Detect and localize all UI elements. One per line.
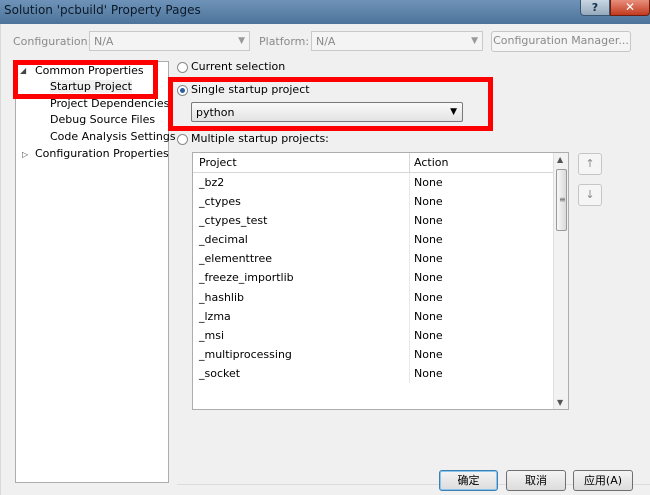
table-row[interactable]: _lzma None xyxy=(193,306,553,326)
startup-project-select[interactable]: python ▼ xyxy=(191,102,463,122)
tree-item-startup-project[interactable]: Startup Project xyxy=(50,80,132,93)
action-cell[interactable]: None xyxy=(414,329,443,342)
move-up-button[interactable]: ↑ xyxy=(578,153,602,175)
multiple-startup-radio[interactable] xyxy=(177,134,188,145)
cell-divider xyxy=(409,249,410,269)
cell-divider xyxy=(409,344,410,364)
window-title: Solution 'pcbuild' Property Pages xyxy=(4,3,201,17)
close-button[interactable]: ✕ xyxy=(610,0,650,16)
table-row[interactable]: _decimal None xyxy=(193,230,553,250)
project-cell: _bz2 xyxy=(199,176,225,189)
cell-divider xyxy=(409,268,410,288)
tree-item-project-dependencies[interactable]: Project Dependencies xyxy=(50,97,169,110)
action-cell[interactable]: None xyxy=(414,271,443,284)
platform-select[interactable]: N/A ▼ xyxy=(311,31,483,51)
chevron-down-icon: ▼ xyxy=(471,36,478,46)
project-cell: _lzma xyxy=(199,309,231,323)
table-row[interactable]: _elementtree None xyxy=(193,249,553,269)
ok-button[interactable]: 确定 xyxy=(439,470,498,491)
cancel-button[interactable]: 取消 xyxy=(506,470,566,491)
grip-icon: ≡ xyxy=(559,195,566,204)
help-icon: ? xyxy=(591,1,599,14)
help-button[interactable]: ? xyxy=(580,0,610,16)
arrow-up-icon: ↑ xyxy=(585,157,595,170)
arrow-down-icon: ↓ xyxy=(585,188,595,201)
cell-divider xyxy=(409,173,410,193)
scroll-down-icon[interactable]: ▼ xyxy=(557,398,563,407)
tree-item-configuration-properties[interactable]: Configuration Properties xyxy=(35,147,169,160)
property-tree: ◢ Common Properties Startup Project Proj… xyxy=(15,61,176,483)
current-selection-radio[interactable] xyxy=(177,62,188,73)
column-header-project[interactable]: Project xyxy=(199,156,237,169)
configuration-label: Configuration: xyxy=(13,35,92,48)
configuration-manager-button[interactable]: Configuration Manager... xyxy=(491,31,631,52)
cell-divider xyxy=(409,306,410,326)
scroll-up-icon[interactable]: ▲ xyxy=(557,155,563,164)
project-cell: _freeze_importlib xyxy=(199,271,294,285)
action-cell[interactable]: None xyxy=(414,233,443,246)
action-cell[interactable]: None xyxy=(414,348,443,361)
configuration-value: N/A xyxy=(94,35,114,48)
action-cell[interactable]: None xyxy=(414,214,443,227)
chevron-down-icon: ▼ xyxy=(238,36,245,46)
configuration-select[interactable]: N/A ▼ xyxy=(89,31,250,51)
project-cell: _decimal xyxy=(199,233,248,247)
table-row[interactable]: _bz2 None xyxy=(193,173,553,193)
table-row[interactable]: _ctypes_test None xyxy=(193,211,553,231)
tree-item-common-properties[interactable]: Common Properties xyxy=(35,64,144,77)
apply-button[interactable]: 应用(A) xyxy=(573,470,633,491)
grid-scrollbar[interactable]: ▲ ≡ ▼ xyxy=(553,153,568,409)
move-down-button[interactable]: ↓ xyxy=(578,184,602,206)
table-row[interactable]: _freeze_importlib None xyxy=(193,268,553,288)
single-startup-radio[interactable] xyxy=(177,85,188,96)
multiple-startup-label: Multiple startup projects: xyxy=(191,132,329,145)
current-selection-label: Current selection xyxy=(191,60,286,73)
dialog-body: Configuration: N/A ▼ Platform: N/A ▼ Con… xyxy=(0,24,650,495)
project-cell: _socket xyxy=(199,366,241,380)
project-cell: _hashlib xyxy=(199,290,245,304)
collapsed-arrow-icon[interactable]: ▷ xyxy=(22,150,28,159)
table-row[interactable]: _socket None xyxy=(193,363,553,384)
chevron-down-icon: ▼ xyxy=(450,107,457,117)
single-startup-label: Single startup project xyxy=(191,83,310,96)
scroll-thumb[interactable]: ≡ xyxy=(556,169,567,231)
action-cell[interactable]: None xyxy=(414,367,443,380)
cell-divider xyxy=(409,287,410,307)
cell-divider xyxy=(409,325,410,345)
cell-divider xyxy=(409,230,410,250)
project-cell: _elementtree xyxy=(199,252,272,266)
tree-item-debug-source-files[interactable]: Debug Source Files xyxy=(50,113,155,126)
action-cell[interactable]: None xyxy=(414,252,443,265)
table-row[interactable]: _msi None xyxy=(193,325,553,345)
table-row[interactable]: _hashlib None xyxy=(193,287,553,307)
project-cell: _multiprocessing xyxy=(199,347,292,361)
column-divider[interactable] xyxy=(409,153,410,173)
expanded-arrow-icon[interactable]: ◢ xyxy=(20,66,26,75)
project-cell: _ctypes xyxy=(199,195,241,209)
action-cell[interactable]: None xyxy=(414,291,443,304)
platform-label: Platform: xyxy=(259,35,310,48)
title-bar: Solution 'pcbuild' Property Pages ? ✕ xyxy=(0,0,650,24)
grid-rows: _bz2 None _ctypes None _ctypes_test None _deci… xyxy=(193,173,553,384)
project-cell: _msi xyxy=(199,328,225,342)
startup-project-value: python xyxy=(196,106,235,119)
grid-header: Project Action xyxy=(193,153,553,173)
close-icon: ✕ xyxy=(624,0,636,14)
cell-divider xyxy=(409,211,410,231)
project-cell: _ctypes_test xyxy=(199,214,268,228)
table-row[interactable]: _ctypes None xyxy=(193,192,553,212)
table-row[interactable]: _multiprocessing None xyxy=(193,344,553,364)
action-cell[interactable]: None xyxy=(414,176,443,189)
action-cell[interactable]: None xyxy=(414,310,443,323)
startup-projects-grid[interactable]: Project Action _bz2 None _ctypes None _ctype… xyxy=(192,152,569,410)
action-cell[interactable]: None xyxy=(414,195,443,208)
cell-divider xyxy=(409,363,410,384)
platform-value: N/A xyxy=(316,35,336,48)
tree-item-code-analysis-settings[interactable]: Code Analysis Settings xyxy=(50,130,176,143)
cell-divider xyxy=(409,192,410,212)
column-header-action[interactable]: Action xyxy=(414,156,448,169)
